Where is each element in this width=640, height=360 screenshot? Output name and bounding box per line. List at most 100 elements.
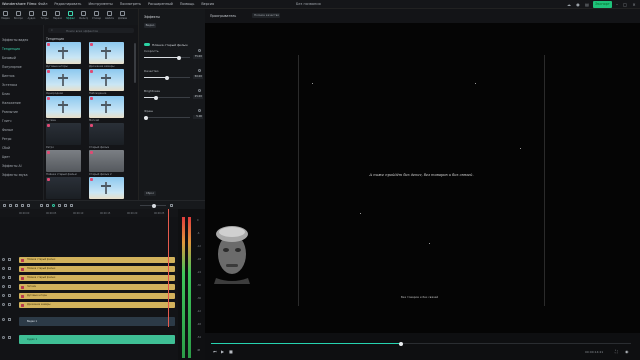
effect-thumbnail[interactable] xyxy=(89,42,124,64)
lock-icon[interactable] xyxy=(8,294,11,297)
effect-clip[interactable]: Плёнка старый фильм xyxy=(19,275,175,281)
reset-icon[interactable] xyxy=(198,89,201,92)
slider-knob[interactable] xyxy=(176,55,181,60)
slider-knob[interactable] xyxy=(153,95,158,100)
snap-icon[interactable] xyxy=(58,204,61,207)
quality-select[interactable]: Полное качество xyxy=(252,13,280,18)
play-icon[interactable]: ▶ xyxy=(221,349,224,354)
crop-icon[interactable] xyxy=(27,204,30,207)
tab-add[interactable]: Добавить xyxy=(118,11,127,23)
cloud-icon[interactable]: ☁ xyxy=(566,2,572,7)
stop-icon[interactable]: ■ xyxy=(229,349,233,354)
minimize-icon[interactable]: – xyxy=(614,2,620,7)
lock-icon[interactable] xyxy=(8,267,11,270)
tab-transitions[interactable]: Переходы xyxy=(53,11,62,23)
effect-thumbnail[interactable] xyxy=(89,96,124,118)
menu-advanced[interactable]: Расширенный xyxy=(148,2,173,6)
category-item[interactable]: Ретро xyxy=(0,136,44,143)
lock-icon[interactable] xyxy=(8,276,11,279)
menu-view[interactable]: Посмотреть xyxy=(120,2,141,6)
menu-file[interactable]: Файл xyxy=(38,2,47,6)
category-item[interactable]: Наложение xyxy=(0,100,44,107)
param-slider[interactable] xyxy=(144,115,190,120)
effect-thumbnail[interactable] xyxy=(89,177,124,199)
zoom-in-icon[interactable] xyxy=(170,204,173,207)
video-chip[interactable]: Видео xyxy=(144,23,156,28)
scrollbar[interactable] xyxy=(134,43,136,83)
category-item[interactable]: Эффекты AI xyxy=(0,163,44,170)
export-button[interactable]: Экспорт xyxy=(593,1,612,8)
param-slider[interactable] xyxy=(144,75,190,80)
effect-thumbnail[interactable] xyxy=(46,123,81,145)
menu-edit[interactable]: Редактировать xyxy=(54,2,81,6)
menu-help[interactable]: Помощь xyxy=(180,2,194,6)
tab-templates[interactable]: Шаблоны xyxy=(105,11,114,23)
menu-version[interactable]: Версия xyxy=(201,2,214,6)
category-item[interactable]: Винтаж xyxy=(0,73,44,80)
category-item[interactable]: Размытие xyxy=(0,109,44,116)
mic-icon[interactable] xyxy=(64,204,67,207)
lock-icon[interactable] xyxy=(8,303,11,306)
undo-icon[interactable] xyxy=(3,204,6,207)
category-item[interactable]: Глитч xyxy=(0,118,44,125)
menu-tools[interactable]: Инструменты xyxy=(88,2,112,6)
category-item[interactable]: Блик xyxy=(0,91,44,98)
param-value-input[interactable]: 75.00 xyxy=(193,55,203,59)
progress-knob[interactable] xyxy=(399,341,403,346)
slider-knob[interactable] xyxy=(144,115,149,120)
eye-icon[interactable] xyxy=(2,303,5,306)
lock-icon[interactable] xyxy=(8,336,11,339)
lock-icon[interactable] xyxy=(8,258,11,261)
reset-button[interactable]: Сброс xyxy=(144,191,156,196)
lock-icon[interactable] xyxy=(8,318,11,321)
param-value-input[interactable]: 50.00 xyxy=(193,75,203,79)
param-value-input[interactable]: 25.00 xyxy=(193,95,203,99)
maximize-icon[interactable]: □ xyxy=(622,2,628,7)
effect-toggle[interactable] xyxy=(144,43,150,46)
layout-icon[interactable]: ▤ xyxy=(584,2,590,7)
tab-audio[interactable]: Аудио xyxy=(27,11,36,23)
playback-progress[interactable] xyxy=(211,341,631,346)
effect-thumbnail[interactable] xyxy=(89,150,124,172)
step-back-icon[interactable]: ⏮ xyxy=(213,349,217,354)
category-item[interactable]: Тенденция xyxy=(0,46,44,53)
ai-tools-icon[interactable] xyxy=(52,204,55,207)
snapshot-icon[interactable]: ◉ xyxy=(625,349,629,354)
slider-knob[interactable] xyxy=(165,75,169,80)
effect-thumbnail[interactable] xyxy=(46,150,81,172)
eye-icon[interactable] xyxy=(2,285,5,288)
tab-media[interactable]: Медиа xyxy=(1,11,10,23)
effect-clip[interactable]: Плёнка старый фильм xyxy=(19,257,175,263)
effect-thumbnail[interactable] xyxy=(46,177,81,199)
category-item[interactable]: Цвет xyxy=(0,154,44,161)
category-item[interactable]: Сбой xyxy=(0,145,44,152)
fullscreen-icon[interactable]: ⛶ xyxy=(615,349,618,354)
effect-thumbnail[interactable] xyxy=(89,123,124,145)
lock-icon[interactable] xyxy=(8,285,11,288)
effect-clip[interactable]: Дрожание камеры xyxy=(19,302,175,308)
category-item[interactable]: Популярное xyxy=(0,64,44,71)
tab-stickers[interactable]: Стикеры xyxy=(92,11,101,23)
effect-thumbnail[interactable] xyxy=(46,96,81,118)
marker-icon[interactable] xyxy=(40,204,43,207)
playhead[interactable] xyxy=(168,209,169,327)
param-slider[interactable] xyxy=(144,55,190,60)
eye-icon[interactable] xyxy=(2,267,5,270)
effect-thumbnail[interactable] xyxy=(46,42,81,64)
effect-clip[interactable]: Затемн xyxy=(19,284,175,290)
category-item[interactable]: Эстетика xyxy=(0,82,44,89)
category-item[interactable]: Базовый xyxy=(0,55,44,62)
eye-icon[interactable] xyxy=(2,336,5,339)
tab-stock[interactable]: Воспроизв xyxy=(14,11,23,23)
param-value-input[interactable]: 5.00 xyxy=(193,115,203,119)
category-item[interactable]: Эффекты звука xyxy=(0,172,44,179)
reset-icon[interactable] xyxy=(198,49,201,52)
reset-icon[interactable] xyxy=(198,69,201,72)
eye-icon[interactable] xyxy=(2,258,5,261)
effect-thumbnail[interactable] xyxy=(46,69,81,91)
speed-icon[interactable] xyxy=(46,204,49,207)
tab-titles[interactable]: Титры xyxy=(40,11,49,23)
effect-clip[interactable]: Дуговые шторы xyxy=(19,293,175,299)
audio-clip[interactable]: Аудио 1 xyxy=(19,335,175,344)
video-clip[interactable]: Видео 1 xyxy=(19,317,175,326)
